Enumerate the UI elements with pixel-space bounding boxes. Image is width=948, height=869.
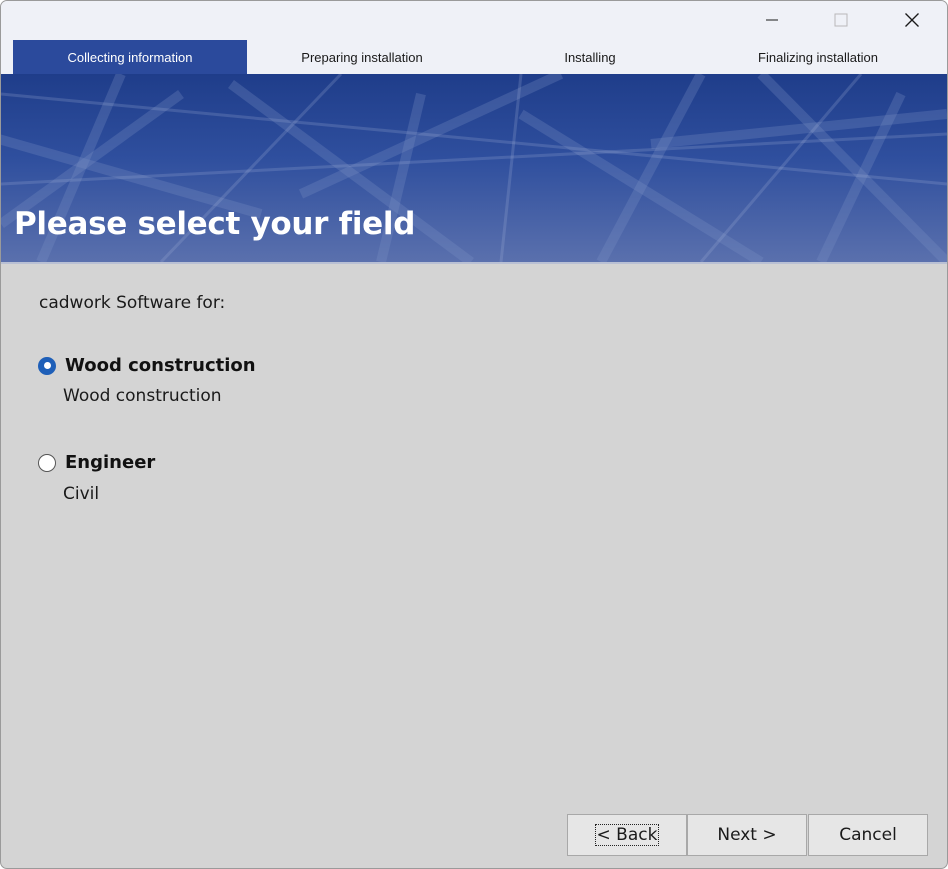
back-button-label: < Back bbox=[594, 824, 660, 846]
maximize-button[interactable] bbox=[818, 3, 864, 37]
page-title: Please select your field bbox=[14, 206, 416, 242]
minimize-button[interactable] bbox=[749, 3, 795, 37]
back-button[interactable]: < Back bbox=[567, 814, 687, 856]
option-title: Engineer bbox=[65, 452, 156, 473]
progress-steps: Collecting information Preparing install… bbox=[13, 40, 947, 74]
option-engineer[interactable]: Engineer bbox=[38, 452, 155, 473]
next-button-label: Next > bbox=[717, 825, 777, 845]
close-icon bbox=[905, 13, 919, 27]
option-description: Wood construction bbox=[63, 386, 222, 406]
header-banner: Please select your field bbox=[1, 74, 947, 262]
radio-engineer[interactable] bbox=[38, 453, 56, 472]
minimize-icon bbox=[766, 19, 778, 21]
close-button[interactable] bbox=[889, 3, 935, 37]
banner-divider bbox=[1, 262, 947, 264]
radio-wood-construction[interactable] bbox=[38, 356, 56, 375]
option-description: Civil bbox=[63, 484, 100, 504]
step-preparing-installation: Preparing installation bbox=[301, 49, 423, 65]
option-title: Wood construction bbox=[65, 355, 256, 376]
title-bar: Collecting information Preparing install… bbox=[1, 1, 947, 74]
maximize-icon bbox=[834, 13, 848, 27]
software-for-label: cadwork Software for: bbox=[39, 293, 226, 313]
cancel-button-label: Cancel bbox=[839, 825, 897, 845]
step-installing: Installing bbox=[564, 49, 616, 65]
step-collecting-information: Collecting information bbox=[13, 40, 247, 74]
installer-window: Collecting information Preparing install… bbox=[0, 0, 948, 869]
option-wood-construction[interactable]: Wood construction bbox=[38, 355, 256, 376]
step-finalizing-installation: Finalizing installation bbox=[758, 49, 878, 65]
next-button[interactable]: Next > bbox=[687, 814, 807, 856]
cancel-button[interactable]: Cancel bbox=[808, 814, 928, 856]
